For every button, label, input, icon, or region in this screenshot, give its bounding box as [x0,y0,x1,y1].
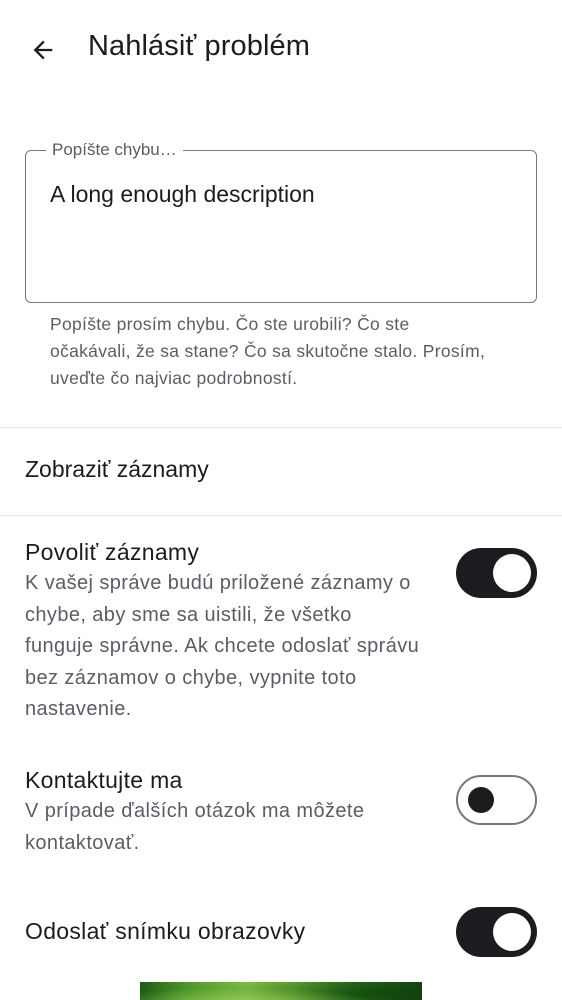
screenshot-preview[interactable] [140,982,422,1000]
description-field-value[interactable]: A long enough description [50,179,516,209]
divider [0,515,562,516]
contact-me-description: V prípade ďalších otázok ma môžete konta… [25,800,365,854]
contact-me-switch[interactable] [456,775,537,825]
description-field-label: Popíšte chybu… [46,140,183,160]
switch-thumb [493,913,531,951]
send-screenshot-switch[interactable] [456,907,537,957]
top-app-bar: Nahlásiť problém [0,0,562,100]
description-field[interactable]: Popíšte chybu… A long enough description [25,140,537,303]
view-logs-button[interactable]: Zobraziť záznamy [0,428,562,515]
description-helper-text: Popíšte prosím chybu. Čo ste urobili? Čo… [50,314,486,388]
view-logs-label: Zobraziť záznamy [25,456,209,482]
allow-logs-description: K vašej správe budú priložené záznamy o … [25,572,420,720]
switch-thumb [493,554,531,592]
page-title: Nahlásiť problém [88,30,311,62]
arrow-back-icon [33,40,53,60]
allow-logs-switch[interactable] [456,548,537,598]
bug-report-screen: Nahlásiť problém Popíšte chybu… A long e… [0,0,562,1000]
switch-thumb [468,787,494,813]
back-button[interactable] [18,25,68,75]
